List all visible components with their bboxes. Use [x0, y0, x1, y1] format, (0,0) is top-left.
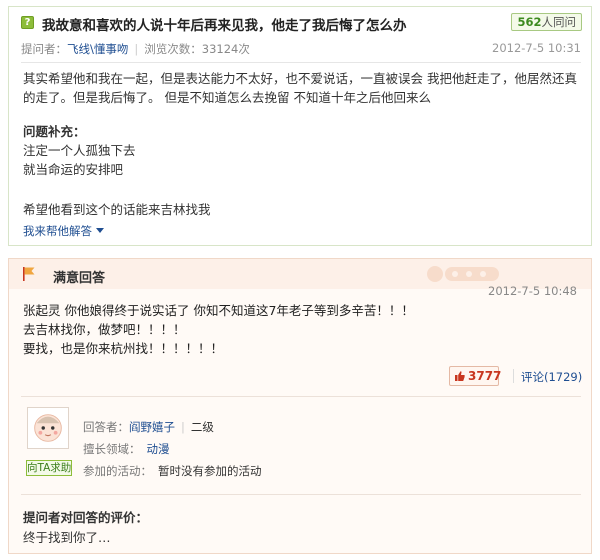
asker-label: 提问者： [21, 42, 67, 56]
asker-name-link[interactable]: 飞线\懂事吻 [67, 42, 128, 56]
answerer-label: 回答者： [83, 420, 129, 434]
best-answer-label: 满意回答 [53, 271, 106, 286]
supplement-line: 希望他看到这个的话能来吉林找我 [23, 202, 211, 217]
supplement-line: 就当命运的安排吧 [23, 162, 124, 177]
answerer-name-link[interactable]: 阎野嬉子 [129, 420, 175, 434]
answer-line: 去吉林找你，做梦吧！！！！ [23, 322, 186, 337]
question-meta: 提问者：飞线\懂事吻 | 浏览次数：33124次 2012-7-5 10:31 [21, 41, 581, 57]
like-count: 3777 [468, 369, 502, 383]
activity-value: 暂时没有参加的活动 [158, 464, 262, 478]
help-answer-label: 我来帮他解答 [23, 224, 92, 238]
help-answer-link[interactable]: 我来帮他解答 [23, 223, 104, 239]
question-body: 其实希望他和我在一起，但是表达能力不太好，也不爱说话，一直被误会 我把他赶走了，… [23, 71, 577, 105]
same-question-count: 562 [517, 15, 542, 29]
supplement-line: 注定一个人孤独下去 [23, 143, 136, 158]
watermark-logo-icon [427, 266, 499, 282]
divider [21, 396, 581, 397]
question-title-row: ? 我故意和喜欢的人说十年后再来见我，他走了我后悔了怎么办 562人同问 [9, 7, 591, 37]
evaluation-text: 终于找到你了… [23, 530, 111, 545]
comments-link[interactable]: 评论(1729) [521, 369, 582, 385]
question-date: 2012-7-5 10:31 [492, 41, 581, 55]
answerer-info-row: 回答者：阎野嬉子 | 二级 [83, 419, 214, 435]
like-button[interactable]: 3777 [449, 366, 502, 386]
views-label: 浏览次数： [144, 42, 202, 56]
same-question-button[interactable]: 562人同问 [511, 13, 582, 31]
question-panel: ? 我故意和喜欢的人说十年后再来见我，他走了我后悔了怎么办 562人同问 提问者… [8, 6, 592, 246]
ask-for-help-button[interactable]: 向TA求助 [26, 460, 72, 476]
divider [21, 62, 581, 63]
same-question-suffix: 人同问 [541, 15, 577, 29]
thumbs-up-icon [455, 371, 465, 381]
avatar[interactable] [27, 407, 69, 449]
expertise-row: 擅长领域： 动漫 [83, 441, 170, 457]
divider [513, 369, 514, 383]
evaluation-title: 提问者对回答的评价： [23, 510, 149, 525]
supplement-title: 问题补充： [23, 124, 86, 139]
answerer-level: 二级 [190, 420, 214, 434]
meta-separator: | [134, 42, 139, 56]
activity-row: 参加的活动： 暂时没有参加的活动 [83, 463, 262, 479]
expertise-label: 擅长领域： [83, 442, 141, 456]
flag-icon [23, 267, 35, 281]
answer-line: 张起灵 你他娘得终于说实话了 你知不知道这7年老子等到多辛苦！！！ [23, 303, 414, 318]
activity-label: 参加的活动： [83, 464, 152, 478]
divider [21, 494, 581, 495]
meta-separator: | [181, 420, 185, 434]
answer-line: 要找，也是你来杭州找！！！！！！ [23, 341, 224, 356]
views-count: 33124次 [201, 42, 250, 56]
answer-body: 张起灵 你他娘得终于说实话了 你知不知道这7年老子等到多辛苦！！！ 去吉林找你，… [23, 301, 583, 358]
best-answer-panel: 满意回答 2012-7-5 10:48 张起灵 你他娘得终于说实话了 你知不知道… [8, 258, 592, 554]
question-mark-icon: ? [21, 16, 34, 29]
chevron-down-icon [96, 228, 104, 233]
answer-date: 2012-7-5 10:48 [488, 284, 577, 298]
expertise-link[interactable]: 动漫 [147, 442, 170, 456]
question-title: 我故意和喜欢的人说十年后再来见我，他走了我后悔了怎么办 [42, 18, 407, 34]
